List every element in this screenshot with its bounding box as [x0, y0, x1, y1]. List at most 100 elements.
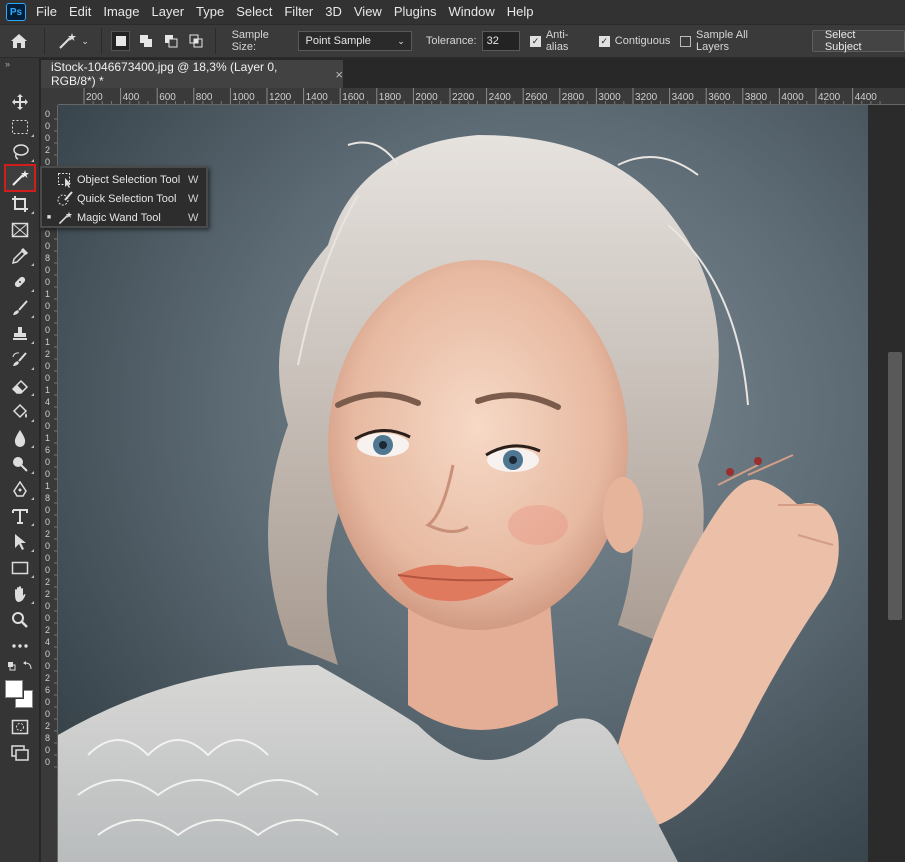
ruler-label: 2 [45, 589, 50, 599]
ruler-label: 1 [45, 433, 50, 443]
ruler-label: 0 [45, 613, 50, 623]
menu-view[interactable]: View [348, 0, 388, 24]
history-brush-icon [12, 352, 27, 366]
more-tools-button[interactable] [6, 634, 34, 658]
ruler-label: 0 [45, 505, 50, 515]
path-selection-tool[interactable] [6, 530, 34, 554]
sample-size-select[interactable]: Point Sample ⌄ [298, 31, 412, 51]
horizontal-ruler[interactable]: 200 400 600 800 1000 1200 1400 1600 1800 2000 2200… [58, 88, 905, 105]
color-swatches[interactable] [5, 680, 35, 708]
brush-tool[interactable] [6, 296, 34, 320]
magic-wand-icon [12, 170, 29, 186]
tool-preset-picker[interactable]: ⌄ [51, 32, 95, 50]
dodge-tool[interactable] [6, 452, 34, 476]
ruler-origin[interactable] [41, 88, 58, 105]
new-selection-button[interactable] [111, 31, 131, 51]
ruler-label: 2 [45, 721, 50, 731]
screen-mode-button[interactable] [6, 741, 34, 765]
rectangle-tool[interactable] [6, 556, 34, 580]
new-selection-icon [115, 36, 126, 46]
flyout-item-label: Object Selection Tool [77, 173, 181, 186]
intersect-selection-button[interactable] [187, 31, 206, 51]
pen-tool[interactable] [6, 478, 34, 502]
hand-tool[interactable] [6, 582, 34, 606]
ruler-label: 0 [45, 301, 50, 311]
zoom-tool[interactable] [6, 608, 34, 632]
ruler-label: 4200 [818, 92, 841, 103]
healing-brush-tool[interactable] [6, 270, 34, 294]
eyedropper-icon [11, 247, 29, 265]
lasso-tool[interactable] [6, 140, 34, 164]
ruler-label: 1200 [269, 92, 292, 103]
ruler-label: 6 [45, 685, 50, 695]
more-icon [12, 644, 28, 648]
move-icon [12, 94, 28, 110]
home-button[interactable] [0, 24, 38, 58]
frame-tool[interactable] [6, 218, 34, 242]
dodge-icon [13, 457, 28, 472]
anti-alias-checkbox[interactable]: ✓ Anti-alias [530, 29, 589, 53]
menu-help[interactable]: Help [501, 0, 540, 24]
flyout-item-quick-selection[interactable]: Quick Selection Tool W [42, 189, 206, 208]
menu-type[interactable]: Type [190, 0, 230, 24]
type-tool[interactable] [6, 504, 34, 528]
menu-3d[interactable]: 3D [319, 0, 348, 24]
collapse-panel-icon[interactable]: » [0, 58, 39, 71]
eyedropper-tool[interactable] [6, 244, 34, 268]
tolerance-input[interactable]: 32 [481, 31, 521, 51]
menu-select[interactable]: Select [230, 0, 278, 24]
ruler-label: 0 [45, 325, 50, 335]
close-icon[interactable]: × [335, 67, 343, 82]
menu-image[interactable]: Image [97, 0, 145, 24]
vertical-scrollbar-thumb[interactable] [888, 352, 902, 620]
move-tool[interactable] [6, 90, 34, 114]
add-to-selection-button[interactable] [136, 31, 155, 51]
sample-all-layers-checkbox[interactable]: Sample All Layers [680, 29, 779, 53]
flyout-item-object-selection[interactable]: Object Selection Tool W [42, 170, 206, 189]
ruler-label: 0 [45, 361, 50, 371]
stamp-icon [13, 327, 27, 340]
menu-filter[interactable]: Filter [278, 0, 319, 24]
select-subject-button[interactable]: Select Subject [811, 29, 905, 53]
ruler-label: 3200 [635, 92, 658, 103]
blur-tool[interactable] [6, 426, 34, 450]
document-tab[interactable]: iStock-1046673400.jpg @ 18,3% (Layer 0, … [41, 60, 343, 88]
menu-window[interactable]: Window [442, 0, 500, 24]
anti-alias-label: Anti-alias [545, 29, 569, 53]
ruler-label: 0 [45, 553, 50, 563]
ruler-label: 4 [45, 397, 50, 407]
eraser-tool[interactable] [6, 374, 34, 398]
subtract-selection-icon [164, 35, 178, 48]
submenu-corner [31, 575, 34, 578]
checkbox-checked-icon: ✓ [530, 35, 541, 47]
quick-mask-button[interactable] [6, 715, 34, 739]
menu-edit[interactable]: Edit [63, 0, 97, 24]
submenu-corner [31, 523, 34, 526]
ruler-label: 1600 [342, 92, 365, 103]
checkbox-unchecked-icon [680, 35, 691, 47]
submenu-corner [31, 367, 34, 370]
menu-file[interactable]: File [30, 0, 63, 24]
crop-tool[interactable] [6, 192, 34, 216]
menu-plugins[interactable]: Plugins [388, 0, 443, 24]
ruler-label: 8 [45, 253, 50, 263]
submenu-corner [31, 445, 34, 448]
flyout-item-shortcut: W [188, 211, 199, 224]
submenu-corner [31, 497, 34, 500]
swap-colors-button[interactable] [6, 658, 34, 676]
chevron-down-icon: ⌄ [81, 35, 89, 46]
paint-bucket-tool[interactable] [6, 400, 34, 424]
subtract-from-selection-button[interactable] [161, 31, 180, 51]
foreground-color-swatch[interactable] [5, 680, 23, 698]
clone-stamp-tool[interactable] [6, 322, 34, 346]
contiguous-checkbox[interactable]: ✓ Contiguous [598, 35, 670, 47]
ruler-label: 800 [196, 92, 213, 103]
history-brush-tool[interactable] [6, 348, 34, 372]
flyout-item-magic-wand[interactable]: ■ Magic Wand Tool W [42, 208, 206, 227]
bandage-icon [14, 276, 26, 288]
menu-layer[interactable]: Layer [146, 0, 191, 24]
magic-wand-tool[interactable] [4, 164, 36, 192]
marquee-tool[interactable] [6, 115, 34, 139]
ruler-label: 1 [45, 289, 50, 299]
home-icon [11, 34, 28, 48]
